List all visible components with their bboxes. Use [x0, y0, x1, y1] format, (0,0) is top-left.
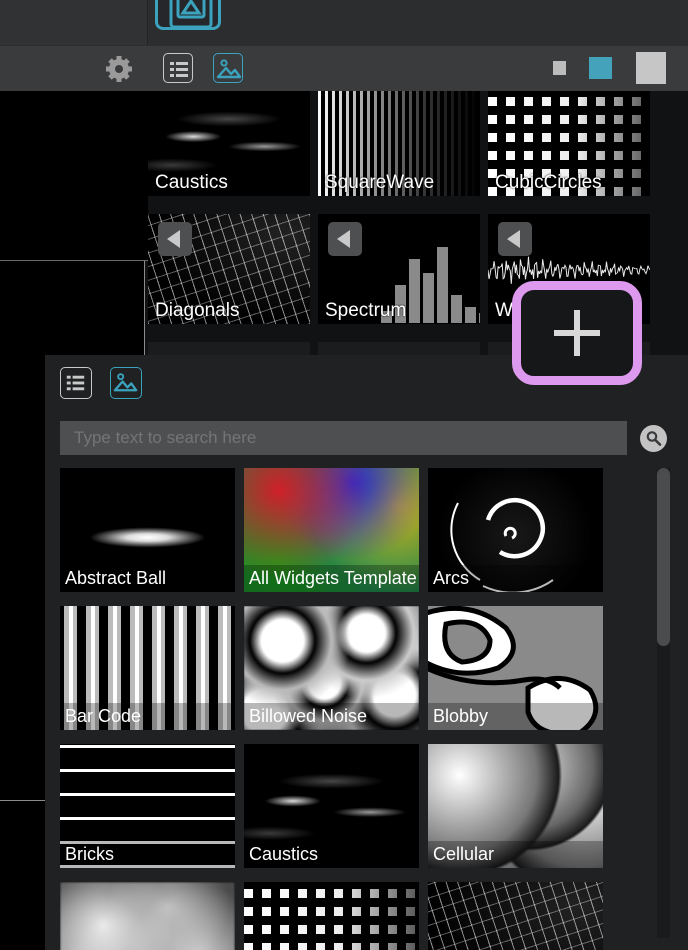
thumb-size-large-button[interactable] — [636, 52, 666, 84]
palette-item[interactable]: Diagonals — [148, 214, 310, 324]
asset-item-label: All Widgets Template — [244, 565, 419, 592]
asset-grid-scrollbar[interactable] — [657, 468, 670, 938]
palette-item[interactable]: SquareWave — [318, 86, 480, 196]
image-view-button[interactable] — [155, 0, 221, 30]
back-arrow-icon[interactable] — [328, 222, 362, 256]
back-arrow-icon[interactable] — [158, 222, 192, 256]
asset-item[interactable]: Abstract Ball — [60, 468, 235, 592]
asset-item-label: Bar Code — [60, 703, 235, 730]
back-arrow-icon[interactable] — [498, 222, 532, 256]
asset-item-label: Arcs — [428, 565, 603, 592]
thumb-size-medium-button[interactable] — [589, 57, 612, 79]
settings-button[interactable] — [105, 55, 133, 88]
asset-item-thumbnail — [244, 882, 419, 950]
palette-toolbar — [0, 46, 688, 91]
list-view-toggle[interactable] — [163, 53, 193, 83]
palette-toolbar-left-pane — [0, 0, 148, 45]
asset-item-thumbnail — [428, 882, 603, 950]
palette-item[interactable]: CubicCircles — [488, 86, 650, 196]
plus-icon — [554, 310, 600, 356]
left-gutter — [0, 801, 45, 950]
image-frame-icon — [169, 0, 213, 29]
asset-item[interactable]: Caustics — [244, 744, 419, 868]
asset-item[interactable]: All Widgets Template — [244, 468, 419, 592]
gear-icon — [106, 56, 132, 82]
asset-item[interactable]: Arcs — [428, 468, 603, 592]
thumb-size-small-button[interactable] — [553, 61, 566, 75]
asset-item-label: Billowed Noise — [244, 703, 419, 730]
asset-item[interactable]: Billowed Noise — [244, 606, 419, 730]
palette-item-label: Spectrum — [325, 300, 407, 321]
list-view-icon — [170, 62, 188, 77]
app-root: Caustics SquareWave CubicCircles Diagonals S… — [0, 0, 688, 950]
asset-grid-scrollbar-thumb[interactable] — [657, 468, 670, 646]
asset-item-thumbnail — [60, 882, 235, 950]
asset-item[interactable]: Cellular — [428, 744, 603, 868]
asset-item-label: Abstract Ball — [60, 565, 235, 592]
asset-item[interactable] — [244, 882, 419, 950]
search-input[interactable] — [60, 428, 627, 448]
asset-grid: Abstract Ball All Widgets Template Arcs Bar… — [60, 468, 628, 950]
search-icon — [646, 431, 662, 446]
asset-item-label: Bricks — [60, 841, 235, 868]
asset-item[interactable]: Blobby — [428, 606, 603, 730]
asset-item[interactable] — [428, 882, 603, 950]
asset-browser-popup: Abstract Ball All Widgets Template Arcs Bar… — [45, 355, 688, 950]
left-viewport-panel-top — [0, 91, 148, 261]
popup-thumbnail-view-toggle[interactable] — [110, 367, 142, 399]
asset-item[interactable]: Bricks — [60, 744, 235, 868]
palette-item[interactable]: Spectrum — [318, 214, 480, 324]
asset-item-label: Blobby — [428, 703, 603, 730]
search-button[interactable] — [640, 425, 667, 452]
palette-item-label: Caustics — [155, 172, 228, 193]
palette-item-label: SquareWave — [325, 172, 435, 193]
list-view-icon — [66, 375, 85, 391]
popup-list-view-toggle[interactable] — [60, 367, 92, 399]
palette-item[interactable]: Caustics — [148, 86, 310, 196]
asset-item[interactable]: Bar Code — [60, 606, 235, 730]
thumbnail-view-icon — [216, 59, 242, 79]
thumbnail-view-toggle[interactable] — [213, 53, 243, 83]
thumbnail-view-icon — [113, 373, 138, 392]
palette-item-label: Diagonals — [155, 300, 240, 321]
search-field[interactable] — [60, 421, 627, 455]
asset-item[interactable] — [60, 882, 235, 950]
palette-item-label: CubicCircles — [495, 172, 602, 193]
asset-item-label: Cellular — [428, 841, 603, 868]
add-new-button[interactable] — [512, 281, 642, 385]
asset-item-label: Caustics — [244, 841, 419, 868]
